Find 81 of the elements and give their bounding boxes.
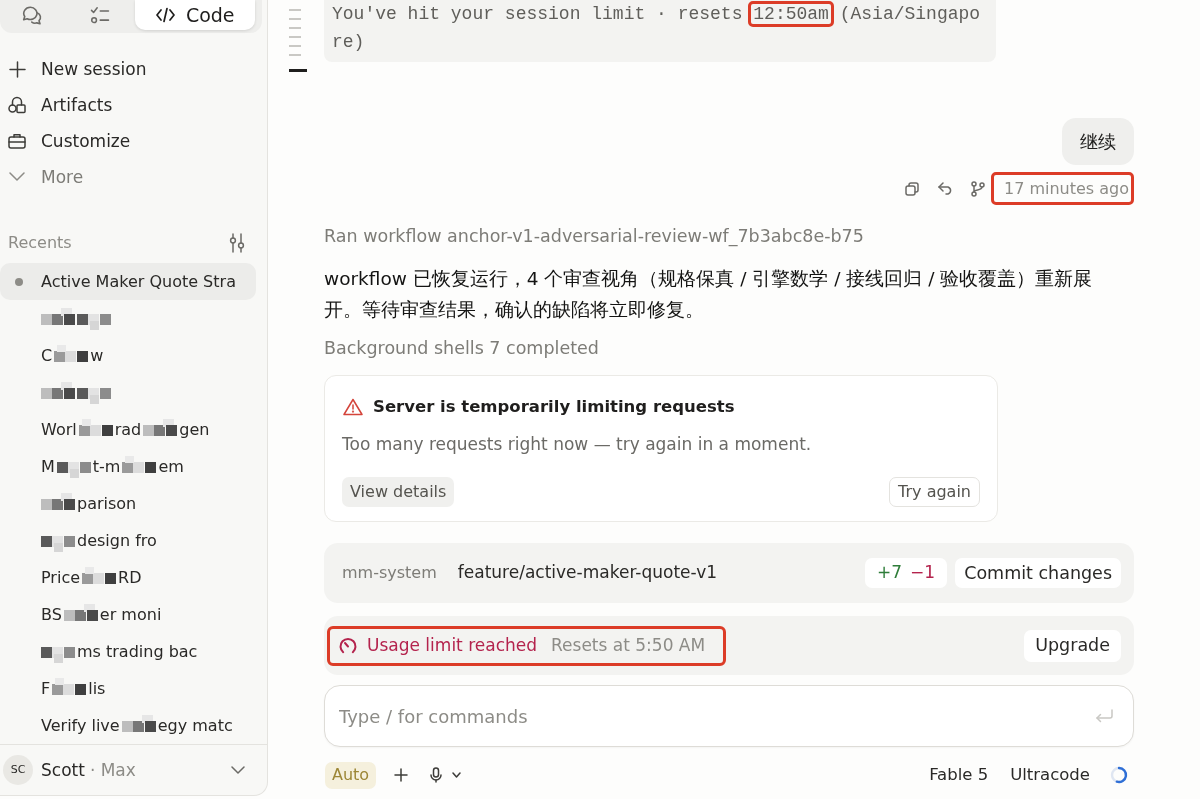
recent-title: egy matc: [157, 714, 233, 737]
usage-status: Usage limit reached: [367, 633, 538, 657]
recent-item[interactable]: Active Maker Quote Stra: [0, 263, 256, 300]
recent-item[interactable]: Worl rad gen: [0, 411, 256, 448]
shapes-icon: [8, 96, 26, 114]
alert-button[interactable]: View details: [342, 477, 455, 507]
plan-label: · Max: [89, 759, 136, 781]
briefcase-icon: [8, 133, 26, 149]
checklist-icon[interactable]: [90, 6, 111, 24]
recent-item[interactable]: C w: [0, 337, 256, 374]
recent-title: Price: [41, 566, 81, 589]
assistant-reply: workflow 已恢复运行，4 个审查视角（规格保真 / 引擎数学 / 接线回归 / 验收覆盖）重新展开。等待审查结果，确认的缺陷将立即修复。: [324, 267, 1094, 322]
nav-item[interactable]: Artifacts: [0, 87, 267, 123]
undo-icon[interactable]: [937, 182, 954, 195]
chevron-down-icon[interactable]: [231, 765, 245, 775]
alert-message: Too many requests right now — try again in a moment.: [342, 433, 813, 456]
plus-icon[interactable]: [394, 768, 409, 782]
alert-title: Server is temporarily limiting requests: [373, 396, 735, 418]
avatar: SC: [3, 755, 33, 785]
alert-button[interactable]: Try again: [889, 477, 980, 507]
chat-icon[interactable]: [22, 5, 43, 25]
chevron-down-icon[interactable]: [452, 772, 462, 778]
recent-item[interactable]: F lis: [0, 670, 256, 707]
gauge-icon: [339, 636, 357, 655]
recent-title: Active Maker Quote Stra: [41, 270, 236, 293]
commit-button[interactable]: Commit changes: [955, 558, 1121, 588]
recent-title: w: [90, 344, 104, 367]
diff-stats-badge[interactable]: +7 −1: [865, 558, 948, 588]
effort-selector[interactable]: Ultracode: [1010, 762, 1090, 788]
recent-title: design fro: [77, 529, 157, 552]
section-heading: Recents: [8, 232, 72, 254]
recent-title: BS: [41, 603, 62, 626]
recent-title: M: [41, 455, 55, 478]
recent-item[interactable]: Verify live egy matc: [0, 707, 256, 744]
session-limit-notice: You've hit your session limit · resets 12:50am (Asia/Singapore): [324, 0, 996, 62]
sliders-icon[interactable]: [229, 233, 245, 253]
recent-title: em: [158, 455, 184, 478]
recent-title: Verify live: [41, 714, 120, 737]
reset-time-label: Resets at 5:50 AM: [551, 633, 706, 657]
recent-item[interactable]: M t-m em: [0, 448, 256, 485]
recent-title: rad: [114, 418, 142, 441]
recent-title: gen: [179, 418, 210, 441]
recent-title: F: [41, 677, 51, 700]
tool-run-label[interactable]: Ran workflow anchor-v1-adversarial-review-wf_7b3abc8e-b75: [324, 225, 1134, 247]
additions-count: +7: [877, 561, 903, 585]
timestamp: 17 minutes ago: [990, 172, 1134, 205]
deletions-count: −1: [910, 561, 936, 585]
recent-item[interactable]: parison: [0, 485, 256, 522]
message-input[interactable]: Type / for commands: [324, 685, 1134, 747]
message-outline-icon[interactable]: [289, 9, 307, 72]
mode-tab[interactable]: Code: [135, 0, 255, 30]
copy-icon[interactable]: [904, 181, 919, 196]
code-icon: [155, 7, 175, 23]
user-name[interactable]: Scott: [41, 759, 85, 781]
plus-icon: [8, 60, 26, 78]
recent-item[interactable]: design fro: [0, 522, 256, 559]
upgrade-button[interactable]: Upgrade: [1024, 629, 1121, 662]
recent-title: ms trading bac: [77, 640, 198, 663]
repo-name: mm-system: [342, 562, 437, 584]
recent-title: C: [41, 344, 53, 367]
nav-item[interactable]: Customize: [0, 123, 267, 159]
branch-name[interactable]: feature/active-maker-quote-v1: [457, 560, 718, 586]
recent-title: lis: [88, 677, 106, 700]
context-ring-track[interactable]: [1110, 766, 1128, 784]
recent-title: RD: [118, 566, 142, 589]
recent-item[interactable]: ms trading bac: [0, 633, 256, 670]
nav-item[interactable]: More: [0, 159, 267, 195]
background-status[interactable]: Background shells 7 completed: [324, 337, 1134, 359]
chevron-down-icon: [9, 172, 25, 182]
recent-title: er moni: [99, 603, 162, 626]
nav-item[interactable]: New session: [0, 51, 267, 87]
microphone-icon[interactable]: [430, 767, 443, 783]
warning-icon: [343, 398, 363, 416]
recent-item[interactable]: BS er moni: [0, 596, 256, 633]
user-message: 继续: [1062, 118, 1134, 165]
branch-icon[interactable]: [970, 180, 985, 197]
recent-title: t-m: [92, 455, 121, 478]
recent-title: parison: [77, 492, 137, 515]
model-selector[interactable]: Fable 5: [929, 762, 989, 788]
recent-title: Worl: [41, 418, 77, 441]
recent-item[interactable]: Price RD: [0, 559, 256, 596]
